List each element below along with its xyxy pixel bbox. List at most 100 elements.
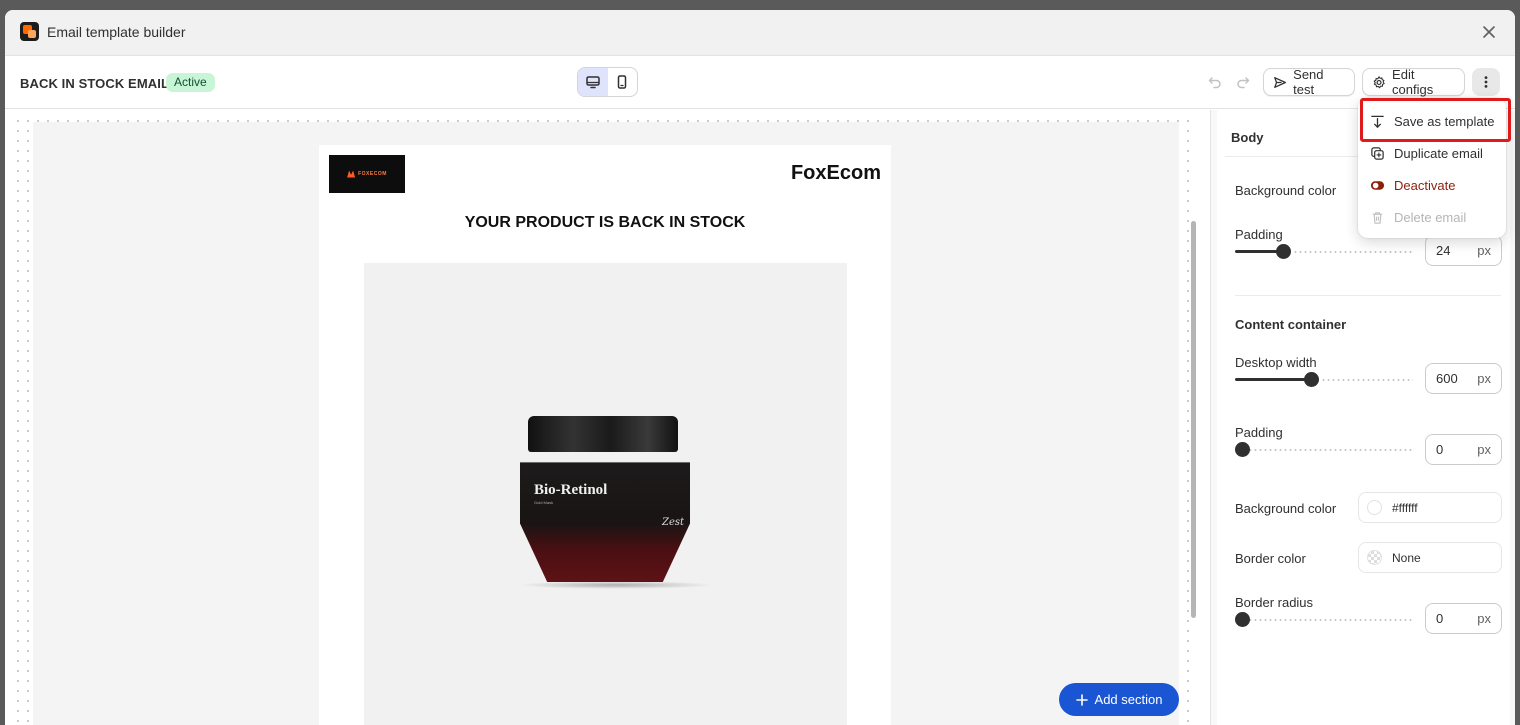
send-test-label: Send test (1293, 67, 1324, 97)
undo-button[interactable] (1203, 70, 1227, 94)
product-label: Bio-Retinol (534, 482, 608, 498)
plus-icon (1075, 693, 1088, 706)
canvas-scrollbar[interactable] (1191, 221, 1196, 618)
body-padding-label: Padding (1235, 227, 1283, 242)
save-template-icon (1371, 115, 1384, 128)
container-background-value: #ffffff (1392, 500, 1418, 515)
unit-label: px (1477, 243, 1491, 258)
edit-configs-button[interactable]: Edit configs (1362, 67, 1465, 97)
menu-label: Deactivate (1394, 177, 1456, 193)
menu-item-duplicate-email[interactable]: Duplicate email (1358, 138, 1506, 168)
desktop-width-input[interactable]: 600 px (1425, 363, 1502, 394)
desktop-icon (586, 76, 600, 89)
send-icon (1274, 76, 1287, 88)
slider-fill (1235, 250, 1278, 253)
builder-window: Email template builder BACK IN STOCK EMA… (5, 10, 1515, 725)
menu-label: Duplicate email (1394, 145, 1483, 161)
menu-label: Delete email (1394, 209, 1467, 225)
menu-item-deactivate[interactable]: Deactivate (1358, 170, 1506, 200)
product-sub-label: Gold Mask (534, 500, 554, 505)
border-radius-input[interactable]: 0 px (1425, 603, 1502, 634)
unit-label: px (1477, 442, 1491, 457)
border-radius-slider[interactable] (1235, 612, 1413, 627)
divider (1235, 295, 1501, 296)
slider-fill (1235, 378, 1306, 381)
close-icon[interactable] (1481, 24, 1497, 40)
editor-toolbar: BACK IN STOCK EMAIL Active Send test Edi… (5, 56, 1515, 109)
body-background-label: Background color (1235, 183, 1337, 198)
slider-thumb[interactable] (1235, 612, 1250, 627)
more-vertical-icon (1484, 76, 1488, 88)
desktop-width-slider[interactable] (1235, 372, 1413, 387)
body-padding-input[interactable]: 24 px (1425, 235, 1502, 266)
body-section-title: Body (1231, 130, 1264, 145)
redo-button[interactable] (1231, 70, 1255, 94)
email-canvas: FOXECOM FoxEcom YOUR PRODUCT IS BACK IN … (5, 110, 1210, 725)
menu-item-delete-email: Delete email (1358, 202, 1506, 232)
gear-icon (1373, 75, 1385, 88)
content-container-title: Content container (1235, 317, 1347, 332)
menu-label: Save as template (1394, 113, 1495, 129)
undo-redo-group (1203, 70, 1255, 94)
product-image[interactable]: Bio-Retinol Gold Mask Zest (364, 263, 847, 725)
device-toggle (577, 67, 638, 97)
jar-lid (528, 416, 678, 452)
edit-configs-label: Edit configs (1392, 67, 1434, 97)
unit-label: px (1477, 371, 1491, 386)
email-content-container[interactable]: FOXECOM FoxEcom YOUR PRODUCT IS BACK IN … (319, 145, 891, 725)
more-actions-button[interactable] (1472, 68, 1500, 96)
border-radius-label: Border radius (1235, 595, 1314, 610)
slider-thumb[interactable] (1235, 442, 1250, 457)
toggle-icon (1370, 180, 1385, 190)
redo-icon (1237, 77, 1250, 89)
border-color-value: None (1392, 550, 1421, 565)
product-jar-image: Bio-Retinol Gold Mask Zest (518, 416, 714, 591)
trash-icon (1372, 211, 1383, 224)
undo-icon (1208, 77, 1221, 89)
product-brand-label: Zest (662, 517, 685, 528)
container-background-label: Background color (1235, 501, 1337, 516)
email-body-area[interactable]: FOXECOM FoxEcom YOUR PRODUCT IS BACK IN … (33, 122, 1179, 725)
container-background-input[interactable]: #ffffff (1358, 492, 1502, 523)
container-padding-label: Padding (1235, 425, 1283, 440)
email-name: BACK IN STOCK EMAIL (20, 76, 169, 91)
window-title: Email template builder (47, 24, 186, 40)
body-padding-slider[interactable] (1235, 244, 1413, 259)
container-padding-input[interactable]: 0 px (1425, 434, 1502, 465)
status-badge: Active (166, 73, 215, 92)
title-bar: Email template builder (5, 10, 1515, 56)
brand-logo[interactable]: FOXECOM (329, 155, 405, 193)
unit-label: px (1477, 611, 1491, 626)
mobile-view-button[interactable] (608, 68, 638, 96)
brand-name[interactable]: FoxEcom (791, 162, 881, 185)
border-color-label: Border color (1235, 551, 1306, 566)
add-section-label: Add section (1094, 692, 1163, 707)
slider-thumb[interactable] (1304, 372, 1319, 387)
slider-track-rest (1321, 379, 1413, 381)
send-test-button[interactable]: Send test (1263, 67, 1355, 97)
no-color-swatch (1367, 550, 1382, 565)
jar-shadow (518, 581, 714, 589)
border-radius-value: 0 (1436, 611, 1444, 626)
color-swatch (1367, 500, 1382, 515)
brand-logo-text: FOXECOM (358, 171, 387, 177)
container-padding-slider[interactable] (1235, 442, 1413, 457)
desktop-width-label: Desktop width (1235, 355, 1317, 370)
duplicate-icon (1371, 146, 1384, 160)
slider-track-rest (1243, 449, 1413, 451)
add-section-button[interactable]: Add section (1059, 683, 1179, 716)
mobile-icon (618, 75, 627, 89)
container-padding-value: 0 (1436, 442, 1444, 457)
desktop-width-value: 600 (1436, 371, 1458, 386)
border-color-input[interactable]: None (1358, 542, 1502, 573)
menu-item-save-as-template[interactable]: Save as template (1358, 106, 1506, 136)
fox-logo-icon (347, 170, 356, 178)
slider-track-rest (1243, 619, 1413, 621)
slider-thumb[interactable] (1276, 244, 1291, 259)
slider-track-rest (1293, 251, 1413, 253)
desktop-view-button[interactable] (578, 68, 608, 96)
more-actions-menu: Save as template Duplicate email Deactiv… (1358, 98, 1506, 238)
app-logo-icon (20, 22, 39, 41)
email-headline[interactable]: YOUR PRODUCT IS BACK IN STOCK (319, 214, 891, 232)
body-padding-value: 24 (1436, 243, 1451, 258)
